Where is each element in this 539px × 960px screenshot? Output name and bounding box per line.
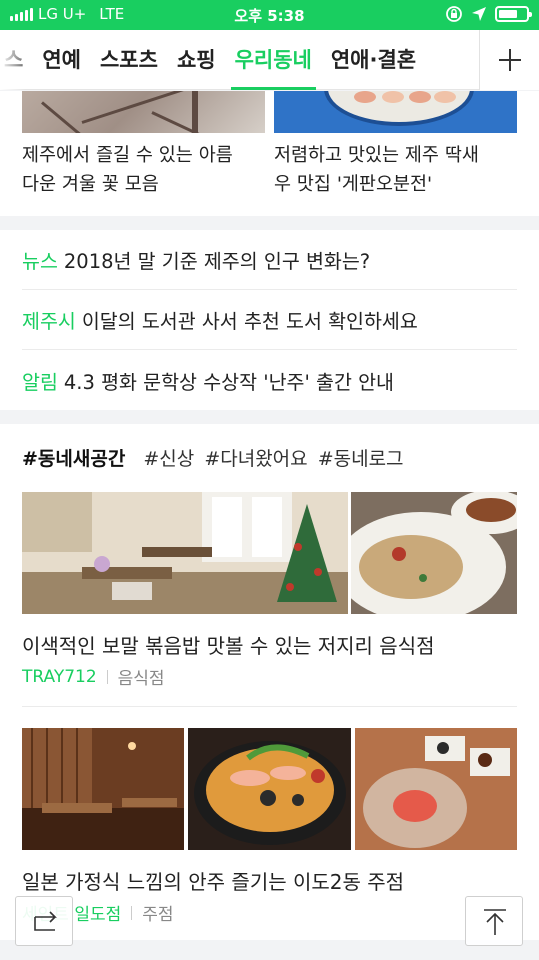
news-headline: 4.3 평화 문학상 수상작 '난주' 출간 안내: [63, 370, 394, 394]
top-card-1-line-1: 제주에서 즐길 수 있는 아름: [22, 145, 233, 166]
post-meta: TRAY712 음식점: [22, 664, 165, 690]
news-item[interactable]: 제주시 이달의 도서관 사서 추천 도서 확인하세요: [22, 290, 517, 350]
top-card-section: 제주에서 즐길 수 있는 아름 다운 겨울 꽃 모음 저렴하고 맛있는 제주 딱…: [0, 91, 539, 216]
top-card-title-1[interactable]: 제주에서 즐길 수 있는 아름 다운 겨울 꽃 모음: [22, 141, 265, 199]
scroll-to-top-button[interactable]: [465, 896, 523, 946]
meta-divider: [131, 905, 133, 920]
news-category: 알림: [22, 370, 58, 394]
cafe-interior-photo[interactable]: [22, 492, 348, 614]
hashtag-neighborhood-log[interactable]: #동네로그: [318, 448, 404, 470]
add-tab-button[interactable]: [479, 30, 539, 90]
post-category: 음식점: [117, 669, 165, 689]
share-icon: [34, 911, 57, 931]
fried-rice-photo[interactable]: [351, 492, 517, 614]
hashtag-visited[interactable]: #다녀왔어요: [204, 448, 307, 470]
news-headline: 이달의 도서관 사서 추천 도서 확인하세요: [81, 310, 418, 333]
tab-dating-marriage[interactable]: 연애·결혼: [331, 30, 416, 90]
post-source[interactable]: TRAY712: [22, 667, 97, 687]
new-places-section: #동네새공간 #신상 #다녀왔어요 #동네로그 이색적인 보말 볶음밥 맛볼 수…: [0, 424, 539, 940]
scroll-to-top-icon: [484, 909, 506, 935]
post-category: 주점: [142, 905, 174, 925]
hashtag-new[interactable]: #신상: [143, 448, 194, 470]
news-item[interactable]: 알림 4.3 평화 문학상 수상작 '난주' 출간 안내: [22, 350, 517, 410]
winter-flowers-thumbnail[interactable]: [22, 91, 265, 133]
tab-sports[interactable]: 스포츠: [100, 30, 158, 90]
seafood-hotpot-photo[interactable]: [188, 728, 351, 850]
post-title[interactable]: 이색적인 보말 볶음밥 맛볼 수 있는 저지리 음식점: [22, 630, 435, 659]
tab-neighborhood[interactable]: 우리동네: [230, 30, 317, 90]
news-category: 제주시: [22, 310, 76, 333]
location-icon: [472, 7, 486, 21]
status-right: [445, 5, 532, 23]
top-card-1-line-2: 다운 겨울 꽃 모음: [22, 174, 159, 195]
tab-fade-overlay: [0, 30, 26, 90]
pub-interior-photo[interactable]: [22, 728, 184, 850]
hashtag-main[interactable]: #동네새공간: [22, 448, 125, 470]
tab-entertainment[interactable]: 연예: [42, 30, 81, 90]
battery-icon: [495, 6, 532, 22]
tab-list: 스 연예 스포츠 쇼핑 우리동네 연애·결혼: [0, 30, 416, 90]
category-tab-bar: 스 연예 스포츠 쇼핑 우리동네 연애·결혼: [0, 30, 539, 90]
top-card-2-line-1: 저렴하고 맛있는 제주 딱새: [274, 145, 479, 166]
news-list: 뉴스 2018년 말 기준 제주의 인구 변화는? 제주시 이달의 도서관 사서…: [0, 230, 539, 410]
plus-icon: [480, 30, 539, 90]
post-title[interactable]: 일본 가정식 느낌의 안주 즐기는 이도2동 주점: [22, 866, 404, 895]
share-button[interactable]: [15, 896, 73, 946]
status-bar: LG U+ LTE 오후 5:38: [0, 0, 539, 30]
sashimi-dish-photo[interactable]: [355, 728, 517, 850]
top-card-2-line-2: 우 맛집 '게판오분전': [274, 174, 433, 195]
news-headline: 2018년 말 기준 제주의 인구 변화는?: [63, 250, 371, 273]
news-item[interactable]: 뉴스 2018년 말 기준 제주의 인구 변화는?: [22, 230, 517, 290]
tab-shopping[interactable]: 쇼핑: [177, 30, 216, 90]
post-divider: [22, 706, 517, 707]
news-category: 뉴스: [22, 250, 58, 273]
crayfish-restaurant-thumbnail[interactable]: [274, 91, 517, 133]
meta-divider: [106, 669, 108, 684]
hashtag-row: #동네새공간 #신상 #다녀왔어요 #동네로그: [22, 444, 408, 471]
rotation-lock-icon: [446, 6, 462, 22]
top-card-title-2[interactable]: 저렴하고 맛있는 제주 딱새 우 맛집 '게판오분전': [274, 141, 524, 199]
